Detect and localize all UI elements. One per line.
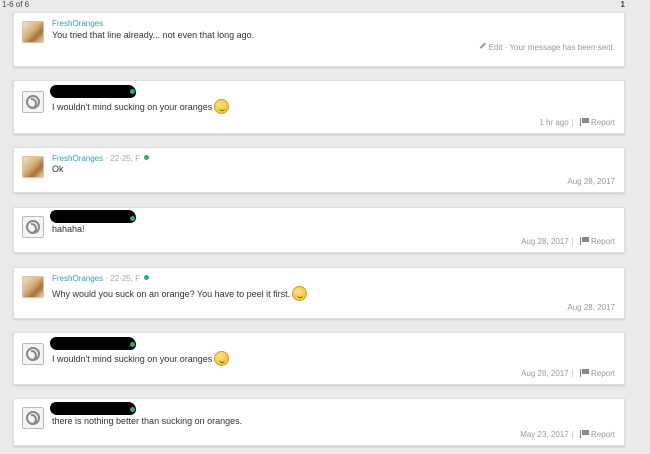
avatar[interactable] xyxy=(22,407,44,429)
message-footer: May 23, 2017 | Report xyxy=(520,430,615,439)
message-text: Why would you suck on an orange? You hav… xyxy=(52,286,308,301)
report-button[interactable]: Report xyxy=(577,430,615,439)
avatar[interactable] xyxy=(22,156,44,178)
message-text: I wouldn't mind sucking on your oranges xyxy=(52,351,230,366)
avatar[interactable] xyxy=(22,216,44,238)
timestamp: 1 hr ago xyxy=(539,118,569,127)
report-button[interactable]: Report xyxy=(577,237,615,246)
message-text: hahaha! xyxy=(52,224,85,234)
message-card: FreshOranges You tried that line already… xyxy=(13,12,625,67)
message-text: You tried that line already... not even … xyxy=(52,30,255,40)
online-indicator xyxy=(130,342,135,347)
default-avatar-icon xyxy=(26,347,40,361)
message-card: hahaha! Aug 28, 2017 | Report xyxy=(13,207,625,253)
timestamp: May 23, 2017 xyxy=(520,430,569,439)
message-card: I wouldn't mind sucking on your oranges … xyxy=(13,80,625,134)
online-indicator xyxy=(130,89,135,94)
result-count: 1-6 of 6 xyxy=(2,0,30,9)
message-card: FreshOranges · 22-25, F Ok Aug 28, 2017 xyxy=(13,147,625,193)
avatar[interactable] xyxy=(22,276,44,298)
author-details: · 22-25, F xyxy=(105,274,141,283)
redacted-username xyxy=(50,337,136,350)
message-footer: Aug 28, 2017 | Report xyxy=(521,237,615,246)
timestamp: Aug 28, 2017 xyxy=(521,369,569,378)
author-name[interactable]: FreshOranges xyxy=(52,154,103,163)
flag-icon xyxy=(579,369,589,377)
page-number[interactable]: 1 xyxy=(621,0,625,9)
message-footer: Edit · Your message has been sent. xyxy=(479,42,615,53)
message-footer: Aug 28, 2017 xyxy=(567,303,615,312)
author-name[interactable]: FreshOranges xyxy=(52,19,103,28)
message-author[interactable]: FreshOranges · 22-25, F xyxy=(52,274,150,283)
online-indicator xyxy=(130,407,135,412)
author-name[interactable]: FreshOranges xyxy=(52,274,103,283)
default-avatar-icon xyxy=(26,411,40,425)
message-card: FreshOranges · 22-25, F Why would you su… xyxy=(13,267,625,319)
message-text: there is nothing better than sucking on … xyxy=(52,416,243,426)
online-indicator xyxy=(130,216,135,221)
message-footer: Aug 28, 2017 xyxy=(567,177,615,186)
message-card: there is nothing better than sucking on … xyxy=(13,398,625,446)
author-details: · 22-25, F xyxy=(105,154,141,163)
report-button[interactable]: Report xyxy=(577,369,615,378)
message-text: I wouldn't mind sucking on your oranges xyxy=(52,99,230,114)
sent-status: · Your message has been sent. xyxy=(504,43,615,52)
message-text: Ok xyxy=(52,164,64,174)
edit-button[interactable]: Edit xyxy=(479,42,502,53)
online-indicator xyxy=(144,275,150,280)
redacted-username xyxy=(50,402,136,415)
pagination-bar: 1-6 of 6 1 xyxy=(0,0,650,10)
pencil-icon xyxy=(479,42,490,53)
message-footer: Aug 28, 2017 | Report xyxy=(521,369,615,378)
timestamp: Aug 28, 2017 xyxy=(521,237,569,246)
redacted-username xyxy=(50,85,136,98)
message-footer: 1 hr ago | Report xyxy=(539,118,615,127)
winking-face-icon xyxy=(214,99,230,114)
avatar[interactable] xyxy=(22,91,44,113)
winking-face-icon xyxy=(214,351,230,366)
default-avatar-icon xyxy=(26,220,40,234)
default-avatar-icon xyxy=(26,95,40,109)
message-author[interactable]: FreshOranges · 22-25, F xyxy=(52,154,150,163)
timestamp: Aug 28, 2017 xyxy=(567,177,615,186)
message-card: I wouldn't mind sucking on your oranges … xyxy=(13,332,625,385)
eye-roll-face-icon xyxy=(292,286,308,301)
online-indicator xyxy=(144,155,150,160)
report-button[interactable]: Report xyxy=(577,118,615,127)
avatar[interactable] xyxy=(22,21,44,43)
timestamp: Aug 28, 2017 xyxy=(567,303,615,312)
flag-icon xyxy=(579,118,589,126)
flag-icon xyxy=(579,430,589,438)
flag-icon xyxy=(579,237,589,245)
avatar[interactable] xyxy=(22,343,44,365)
message-author[interactable]: FreshOranges xyxy=(52,19,103,28)
redacted-username xyxy=(50,210,136,223)
